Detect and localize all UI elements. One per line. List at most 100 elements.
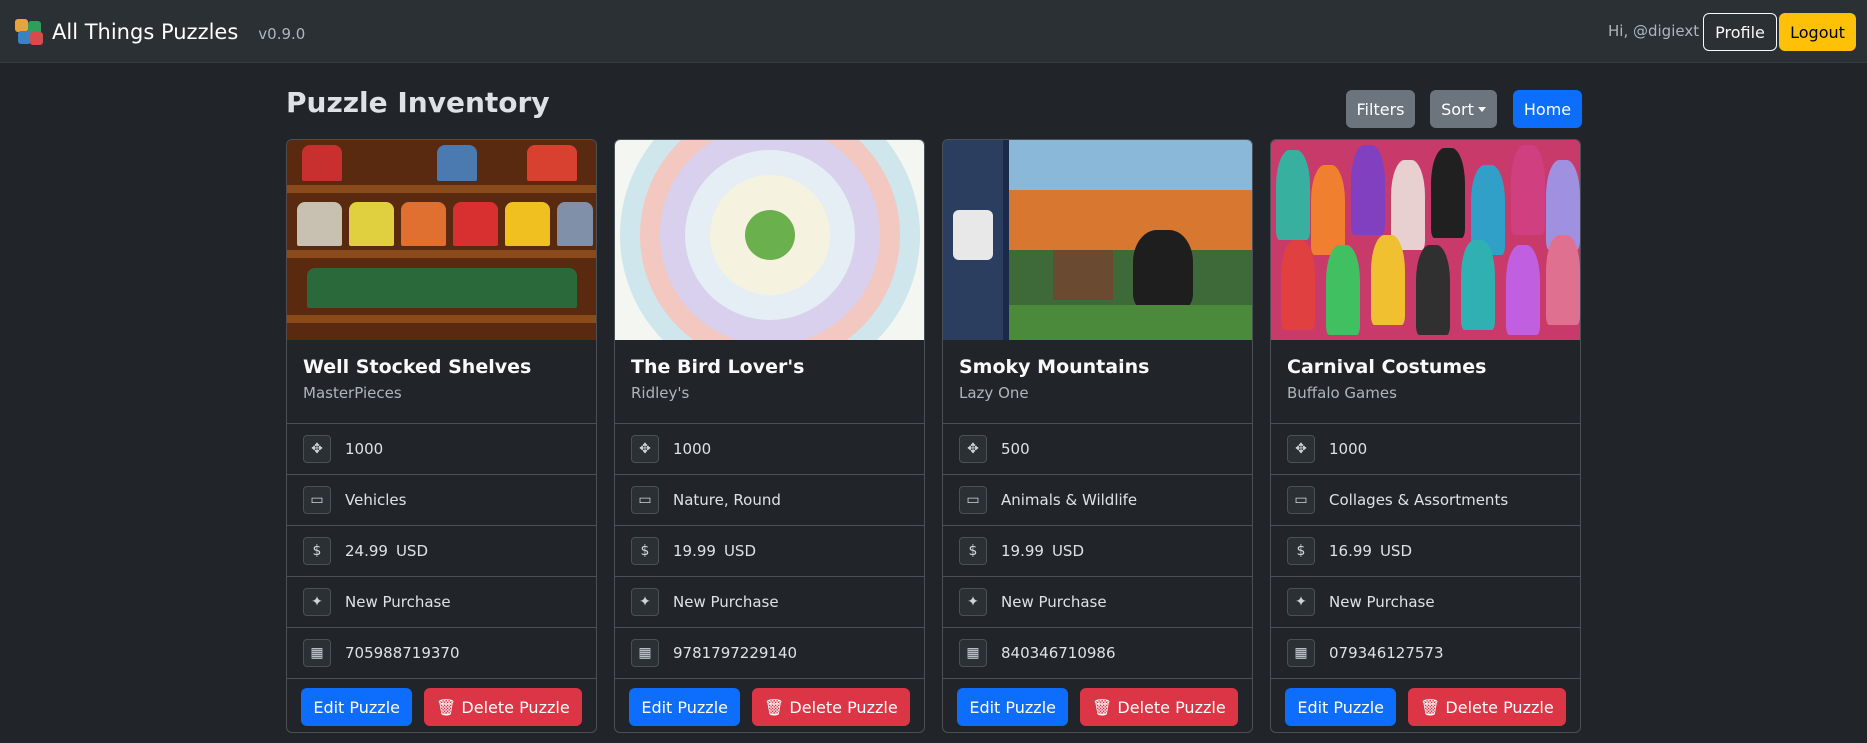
pieces-row: ✥ 1000 xyxy=(1271,424,1580,475)
status-row: ✦ New Purchase xyxy=(1271,577,1580,628)
qr-code-icon: ▦ xyxy=(959,639,987,667)
category-text: Vehicles xyxy=(345,491,407,509)
puzzle-title: Smoky Mountains xyxy=(959,356,1150,378)
upc-code: 079346127573 xyxy=(1329,644,1444,662)
pieces-count: 1000 xyxy=(345,440,384,458)
status-text: New Purchase xyxy=(1329,593,1435,611)
price-value: 19.99 xyxy=(673,542,716,560)
sort-dropdown-button[interactable]: Sort xyxy=(1430,90,1497,128)
status-row: ✦ New Purchase xyxy=(615,577,924,628)
edit-puzzle-button[interactable]: Edit Puzzle xyxy=(301,688,412,726)
upc-code: 840346710986 xyxy=(1001,644,1116,662)
puzzle-image xyxy=(615,140,924,340)
app-title: All Things Puzzles xyxy=(52,20,239,44)
status-row: ✦ New Purchase xyxy=(943,577,1252,628)
pieces-count: 1000 xyxy=(673,440,712,458)
sort-label: Sort xyxy=(1441,99,1474,119)
brand-link[interactable]: All Things Puzzles v0.9.0 xyxy=(15,19,305,45)
upc-code: 9781797229140 xyxy=(673,644,798,662)
logout-button[interactable]: Logout xyxy=(1779,13,1856,51)
upc-row: ▦ 705988719370 xyxy=(287,628,596,679)
edit-puzzle-button[interactable]: Edit Puzzle xyxy=(1285,688,1396,726)
folder-icon: ▭ xyxy=(1287,486,1315,514)
folder-icon: ▭ xyxy=(959,486,987,514)
price-row: $19.99 USD xyxy=(615,526,924,577)
qr-code-icon: ▦ xyxy=(631,639,659,667)
category-text: Animals & Wildlife xyxy=(1001,491,1138,509)
delete-label: Delete Puzzle xyxy=(789,697,898,717)
puzzle-title: Well Stocked Shelves xyxy=(303,356,532,378)
status-text: New Purchase xyxy=(1001,593,1107,611)
delete-label: Delete Puzzle xyxy=(461,697,570,717)
pieces-count: 500 xyxy=(1001,440,1030,458)
delete-label: Delete Puzzle xyxy=(1117,697,1226,717)
price-row: $24.99 USD xyxy=(287,526,596,577)
puzzle-image xyxy=(287,140,596,340)
puzzle-maker: MasterPieces xyxy=(303,384,402,402)
price-value: 24.99 xyxy=(345,542,388,560)
puzzle-title: The Bird Lover's xyxy=(631,356,805,378)
caret-down-icon xyxy=(1477,106,1486,112)
sparkles-icon: ✦ xyxy=(631,588,659,616)
puzzle-card: Smoky Mountains Lazy One ✥ 500 ▭ Animals &… xyxy=(942,139,1253,733)
qr-code-icon: ▦ xyxy=(1287,639,1315,667)
upc-row: ▦ 840346710986 xyxy=(943,628,1252,679)
category-text: Nature, Round xyxy=(673,491,781,509)
delete-puzzle-button[interactable]: 🗑 Delete Puzzle xyxy=(752,688,910,726)
page-title: Puzzle Inventory xyxy=(286,86,550,119)
puzzle-piece-icon: ✥ xyxy=(303,435,331,463)
puzzle-title: Carnival Costumes xyxy=(1287,356,1487,378)
qr-code-icon: ▦ xyxy=(303,639,331,667)
upc-row: ▦ 9781797229140 xyxy=(615,628,924,679)
upc-code: 705988719370 xyxy=(345,644,460,662)
trash-icon: 🗑 xyxy=(1092,697,1118,717)
upc-row: ▦ 079346127573 xyxy=(1271,628,1580,679)
price-currency: USD xyxy=(723,542,757,560)
pieces-row: ✥ 1000 xyxy=(615,424,924,475)
edit-puzzle-button[interactable]: Edit Puzzle xyxy=(629,688,740,726)
home-button[interactable]: Home xyxy=(1513,90,1582,128)
price-currency: USD xyxy=(1379,542,1413,560)
status-text: New Purchase xyxy=(673,593,779,611)
folder-icon: ▭ xyxy=(303,486,331,514)
filters-button[interactable]: Filters xyxy=(1346,90,1415,128)
dollar-icon: $ xyxy=(631,537,659,565)
category-row: ▭ Nature, Round xyxy=(615,475,924,526)
delete-puzzle-button[interactable]: 🗑 Delete Puzzle xyxy=(1080,688,1238,726)
pieces-row: ✥ 500 xyxy=(943,424,1252,475)
user-greeting: Hi, @digiext xyxy=(1608,22,1700,40)
app-version: v0.9.0 xyxy=(258,24,306,43)
price-value: 19.99 xyxy=(1001,542,1044,560)
puzzle-piece-icon: ✥ xyxy=(1287,435,1315,463)
sparkles-icon: ✦ xyxy=(959,588,987,616)
dollar-icon: $ xyxy=(959,537,987,565)
folder-icon: ▭ xyxy=(631,486,659,514)
edit-puzzle-button[interactable]: Edit Puzzle xyxy=(957,688,1068,726)
trash-icon: 🗑 xyxy=(764,697,790,717)
puzzle-image xyxy=(943,140,1252,340)
dollar-icon: $ xyxy=(1287,537,1315,565)
pieces-row: ✥ 1000 xyxy=(287,424,596,475)
puzzle-maker: Lazy One xyxy=(959,384,1029,402)
puzzle-card: Well Stocked Shelves MasterPieces ✥ 1000 … xyxy=(286,139,597,733)
price-row: $19.99 USD xyxy=(943,526,1252,577)
puzzle-card: Carnival Costumes Buffalo Games ✥ 1000 ▭ C… xyxy=(1270,139,1581,733)
sparkles-icon: ✦ xyxy=(1287,588,1315,616)
profile-button[interactable]: Profile xyxy=(1703,13,1777,51)
price-currency: USD xyxy=(395,542,429,560)
delete-puzzle-button[interactable]: 🗑 Delete Puzzle xyxy=(1408,688,1566,726)
status-row: ✦ New Purchase xyxy=(287,577,596,628)
delete-label: Delete Puzzle xyxy=(1445,697,1554,717)
price-value: 16.99 xyxy=(1329,542,1372,560)
category-row: ▭ Collages & Assortments xyxy=(1271,475,1580,526)
puzzle-piece-icon: ✥ xyxy=(631,435,659,463)
category-text: Collages & Assortments xyxy=(1329,491,1509,509)
puzzle-card: The Bird Lover's Ridley's ✥ 1000 ▭ Nature,… xyxy=(614,139,925,733)
puzzle-maker: Buffalo Games xyxy=(1287,384,1397,402)
pieces-count: 1000 xyxy=(1329,440,1368,458)
delete-puzzle-button[interactable]: 🗑 Delete Puzzle xyxy=(424,688,582,726)
trash-icon: 🗑 xyxy=(1420,697,1446,717)
dollar-icon: $ xyxy=(303,537,331,565)
status-text: New Purchase xyxy=(345,593,451,611)
navbar: All Things Puzzles v0.9.0 Hi, @digiext P… xyxy=(0,0,1867,63)
